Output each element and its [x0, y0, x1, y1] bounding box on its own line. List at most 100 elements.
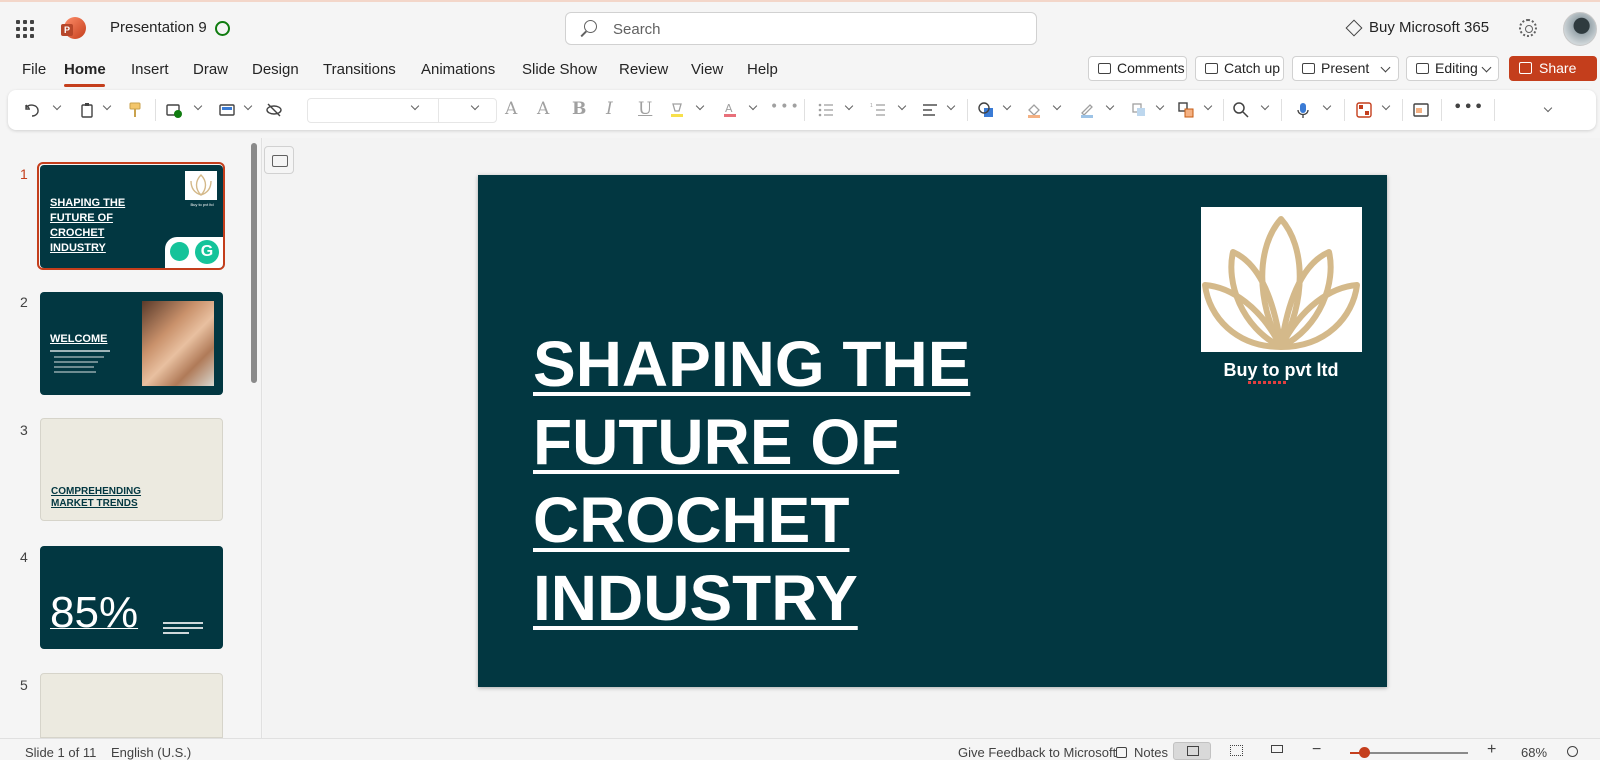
- more-options-icon[interactable]: •••: [1453, 97, 1484, 116]
- slide-thumbnail-2[interactable]: WELCOME: [40, 292, 223, 395]
- bullets-icon[interactable]: [818, 102, 834, 118]
- underline-icon[interactable]: U: [638, 99, 652, 119]
- tab-home[interactable]: Home: [64, 61, 106, 78]
- slide-thumbnail-1[interactable]: SHAPING THE FUTURE OF CROCHET INDUSTRY B…: [40, 165, 223, 268]
- present-button[interactable]: Present: [1292, 56, 1399, 81]
- user-avatar[interactable]: [1563, 12, 1597, 46]
- font-color-chevron[interactable]: [748, 101, 758, 111]
- shape-effects-icon[interactable]: [1131, 102, 1147, 118]
- shapes-chevron[interactable]: [1002, 101, 1012, 111]
- search-box[interactable]: Search: [565, 12, 1037, 45]
- decrease-font-size-icon[interactable]: A: [537, 99, 549, 119]
- slide-thumbnail-5[interactable]: [40, 673, 223, 738]
- thumb-1-title: SHAPING THE FUTURE OF CROCHET INDUSTRY: [50, 197, 126, 254]
- normal-view-button[interactable]: [1173, 742, 1211, 760]
- notes-button[interactable]: Notes: [1134, 745, 1168, 760]
- hide-slide-icon[interactable]: [266, 102, 282, 118]
- ribbon-expand-chevron[interactable]: [1543, 103, 1553, 113]
- bullets-chevron[interactable]: [844, 101, 854, 111]
- thumb-4-text-line: [163, 632, 189, 634]
- tab-draw[interactable]: Draw: [193, 61, 228, 78]
- app-launcher-icon[interactable]: [16, 20, 34, 38]
- tab-view[interactable]: View: [691, 61, 723, 78]
- comments-button[interactable]: Comments: [1088, 56, 1187, 81]
- dictate-microphone-icon[interactable]: [1295, 102, 1311, 118]
- settings-gear-icon[interactable]: [1519, 19, 1537, 37]
- align-chevron[interactable]: [946, 101, 956, 111]
- current-slide[interactable]: SHAPING THE FUTURE OF CROCHET INDUSTRY B…: [478, 175, 1387, 687]
- shape-outline-chevron[interactable]: [1105, 101, 1115, 111]
- editing-mode-button[interactable]: Editing: [1406, 56, 1499, 81]
- slide-thumbnail-3[interactable]: COMPREHENDING MARKET TRENDS: [40, 418, 223, 521]
- highlight-icon[interactable]: [669, 102, 685, 118]
- tab-file[interactable]: File: [22, 61, 46, 78]
- dictate-chevron[interactable]: [1322, 101, 1332, 111]
- more-font-options-icon[interactable]: •••: [770, 99, 801, 115]
- shapes-icon[interactable]: [978, 102, 994, 118]
- language-indicator[interactable]: English (U.S.): [111, 745, 191, 760]
- numbering-chevron[interactable]: [897, 101, 907, 111]
- undo-dropdown-chevron[interactable]: [52, 101, 62, 111]
- ribbon-separator: [1402, 99, 1403, 121]
- title-bar: Presentation 9 Search Buy Microsoft 365: [0, 0, 1600, 52]
- paste-icon[interactable]: [79, 102, 95, 118]
- share-button[interactable]: Share: [1509, 56, 1597, 81]
- shape-fill-chevron[interactable]: [1052, 101, 1062, 111]
- give-feedback-link[interactable]: Give Feedback to Microsoft: [958, 745, 1116, 760]
- align-text-icon[interactable]: [922, 102, 938, 118]
- increase-font-size-icon[interactable]: A: [505, 99, 517, 119]
- highlight-chevron[interactable]: [695, 101, 705, 111]
- fit-to-window-icon[interactable]: [1567, 746, 1578, 757]
- buy-microsoft-365-link[interactable]: Buy Microsoft 365: [1347, 19, 1489, 36]
- add-in-icon[interactable]: [1413, 102, 1429, 118]
- find-icon[interactable]: [1233, 102, 1249, 118]
- tab-transitions[interactable]: Transitions: [323, 61, 396, 78]
- catch-up-button[interactable]: Catch up: [1195, 56, 1284, 81]
- zoom-out-button[interactable]: −: [1312, 741, 1321, 759]
- saved-status-icon[interactable]: [215, 21, 230, 36]
- designer-icon[interactable]: [1356, 102, 1372, 118]
- ribbon-separator: [155, 99, 156, 121]
- find-chevron[interactable]: [1260, 101, 1270, 111]
- undo-icon[interactable]: [25, 102, 41, 118]
- tab-slide-show[interactable]: Slide Show: [522, 61, 597, 78]
- zoom-level[interactable]: 68%: [1521, 745, 1547, 760]
- company-logo-image[interactable]: [1201, 207, 1362, 352]
- arrange-icon[interactable]: [1178, 102, 1194, 118]
- tab-insert[interactable]: Insert: [131, 61, 169, 78]
- new-slide-icon[interactable]: [166, 102, 182, 118]
- format-painter-icon[interactable]: [127, 102, 143, 118]
- grammarly-widget[interactable]: G: [165, 237, 223, 268]
- layout-icon[interactable]: [219, 102, 235, 118]
- zoom-in-button[interactable]: +: [1487, 741, 1496, 759]
- tab-animations[interactable]: Animations: [421, 61, 495, 78]
- shape-outline-icon[interactable]: [1079, 102, 1095, 118]
- shape-effects-chevron[interactable]: [1155, 101, 1165, 111]
- powerpoint-logo-icon[interactable]: [61, 17, 86, 39]
- thumbnail-pane-scrollbar[interactable]: [251, 143, 257, 383]
- designer-chevron[interactable]: [1381, 101, 1391, 111]
- italic-icon[interactable]: I: [606, 99, 613, 119]
- reading-view-button[interactable]: [1258, 742, 1296, 760]
- tab-review[interactable]: Review: [619, 61, 668, 78]
- font-family-and-size-selector[interactable]: [307, 98, 497, 123]
- slide-position-indicator[interactable]: Slide 1 of 11: [25, 745, 96, 760]
- document-title[interactable]: Presentation 9: [110, 19, 207, 36]
- company-name-caption[interactable]: Buy to pvt ltd: [1178, 360, 1384, 381]
- tab-design[interactable]: Design: [252, 61, 299, 78]
- slide-sorter-button[interactable]: [1218, 742, 1256, 760]
- paste-dropdown-chevron[interactable]: [102, 101, 112, 111]
- bold-icon[interactable]: B: [572, 99, 586, 119]
- slide-title-line: FUTURE OF: [533, 406, 900, 478]
- slide-thumbnail-4[interactable]: 85%: [40, 546, 223, 649]
- slide-title[interactable]: SHAPING THE FUTURE OF CROCHET INDUSTRY: [533, 325, 1053, 637]
- arrange-chevron[interactable]: [1203, 101, 1213, 111]
- tab-help[interactable]: Help: [747, 61, 778, 78]
- new-slide-dropdown-chevron[interactable]: [193, 101, 203, 111]
- numbering-icon[interactable]: 1: [870, 102, 886, 118]
- shape-fill-icon[interactable]: [1026, 102, 1042, 118]
- font-color-icon[interactable]: A: [722, 102, 738, 118]
- zoom-slider-knob[interactable]: [1359, 747, 1370, 758]
- layout-dropdown-chevron[interactable]: [243, 101, 253, 111]
- collapse-thumbnails-button[interactable]: [264, 146, 294, 174]
